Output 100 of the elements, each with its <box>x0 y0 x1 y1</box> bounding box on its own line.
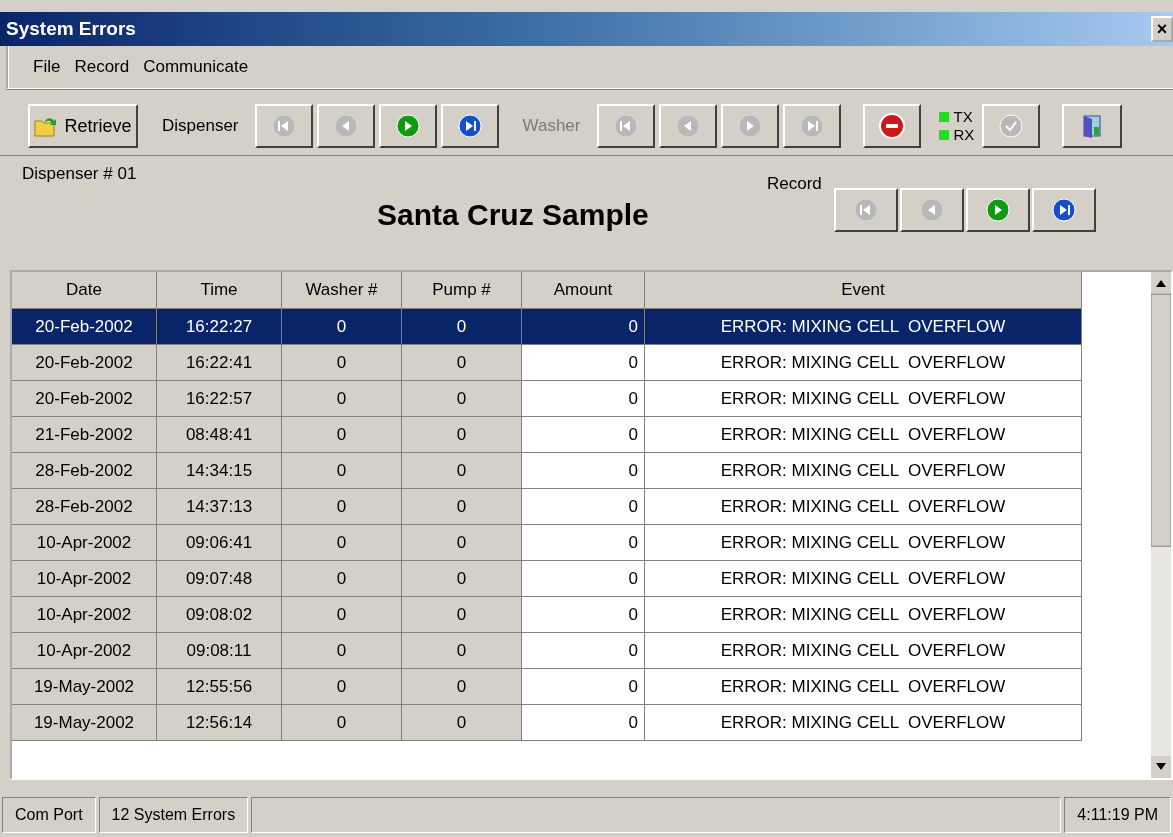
sample-title: Santa Cruz Sample <box>377 198 650 233</box>
table-cell: 0 <box>522 309 645 345</box>
table-row[interactable]: 28-Feb-2002 14:37:13 0 0 0 ERROR: MIXING CELL OVERFLOW <box>12 489 1151 525</box>
last-record-icon <box>1051 198 1076 222</box>
next-button[interactable] <box>965 188 1030 232</box>
indicator-label: RX <box>953 126 975 144</box>
record-label: Record <box>767 174 822 195</box>
table-cell: ERROR: MIXING CELL OVERFLOW <box>645 309 1082 345</box>
column-header[interactable]: Event <box>645 272 1082 309</box>
table-cell: 0 <box>282 417 402 453</box>
next-record-icon <box>737 114 762 138</box>
last-button[interactable] <box>1031 188 1096 232</box>
status-time: 4:11:19 PM <box>1064 797 1171 833</box>
table-cell: 0 <box>402 453 522 489</box>
table-cell: 0 <box>282 489 402 525</box>
group-label: Washer <box>522 116 581 136</box>
table-cell: 16:22:41 <box>157 345 282 381</box>
table-row[interactable]: 20-Feb-2002 16:22:41 0 0 0 ERROR: MIXING CELL OVERFLOW <box>12 345 1151 381</box>
table-cell: 12:55:56 <box>157 669 282 705</box>
table-cell: ERROR: MIXING CELL OVERFLOW <box>645 633 1082 669</box>
table-cell: 0 <box>282 561 402 597</box>
table-cell: 09:06:41 <box>157 525 282 561</box>
column-header[interactable]: Amount <box>522 272 645 309</box>
table-cell: 0 <box>522 417 645 453</box>
next-record-icon <box>985 198 1010 222</box>
table-row[interactable]: 20-Feb-2002 16:22:57 0 0 0 ERROR: MIXING CELL OVERFLOW <box>12 381 1151 417</box>
exit-button[interactable] <box>1062 104 1123 148</box>
last-record-icon <box>457 114 482 138</box>
table-cell: 0 <box>402 669 522 705</box>
menu-item[interactable]: Communicate <box>143 57 249 77</box>
table-row[interactable]: 10-Apr-2002 09:08:11 0 0 0 ERROR: MIXING CELL OVERFLOW <box>12 633 1151 669</box>
window-title: System Errors <box>6 18 136 40</box>
table-cell: 0 <box>522 561 645 597</box>
first-record-icon <box>271 114 296 138</box>
table-cell: 19-May-2002 <box>12 705 157 741</box>
door-icon <box>1081 113 1104 139</box>
close-button[interactable]: × <box>1151 16 1173 42</box>
table-cell: ERROR: MIXING CELL OVERFLOW <box>645 525 1082 561</box>
table-cell: 10-Apr-2002 <box>12 597 157 633</box>
table-cell: 12:56:14 <box>157 705 282 741</box>
table-cell: 0 <box>282 633 402 669</box>
table-cell: 0 <box>282 309 402 345</box>
column-header[interactable]: Washer # <box>282 272 402 309</box>
table-cell: 0 <box>282 525 402 561</box>
table-cell: ERROR: MIXING CELL OVERFLOW <box>645 489 1082 525</box>
next-button[interactable] <box>378 104 437 148</box>
table-cell: 20-Feb-2002 <box>12 381 157 417</box>
menu-item[interactable]: Record <box>74 57 130 77</box>
check-icon <box>999 114 1024 138</box>
table-cell: 0 <box>282 453 402 489</box>
status-port: Com Port <box>2 797 96 833</box>
table-cell: 09:07:48 <box>157 561 282 597</box>
table-cell: 08:48:41 <box>157 417 282 453</box>
table-cell: 20-Feb-2002 <box>12 309 157 345</box>
table-cell: 0 <box>402 705 522 741</box>
table-cell: 0 <box>522 669 645 705</box>
table-cell: ERROR: MIXING CELL OVERFLOW <box>645 597 1082 633</box>
table-cell: 0 <box>402 489 522 525</box>
next-record-icon <box>395 114 420 138</box>
table-row[interactable]: 20-Feb-2002 16:22:27 0 0 0 ERROR: MIXING CELL OVERFLOW <box>12 309 1151 345</box>
table-row[interactable]: 21-Feb-2002 08:48:41 0 0 0 ERROR: MIXING CELL OVERFLOW <box>12 417 1151 453</box>
table-row[interactable]: 28-Feb-2002 14:34:15 0 0 0 ERROR: MIXING CELL OVERFLOW <box>12 453 1151 489</box>
table-cell: 19-May-2002 <box>12 669 157 705</box>
column-header[interactable]: Time <box>157 272 282 309</box>
column-header[interactable]: Pump # <box>402 272 522 309</box>
prev-record-icon <box>919 198 944 222</box>
prev-record-icon <box>675 114 700 138</box>
last-button[interactable] <box>440 104 499 148</box>
dispenser-label: Dispenser # 01 <box>22 164 138 185</box>
stop-button[interactable] <box>862 104 921 148</box>
table-cell: 21-Feb-2002 <box>12 417 157 453</box>
table-cell: 10-Apr-2002 <box>12 633 157 669</box>
table-cell: 0 <box>402 633 522 669</box>
table-cell: ERROR: MIXING CELL OVERFLOW <box>645 705 1082 741</box>
first-record-icon <box>613 114 638 138</box>
table-cell: 0 <box>522 381 645 417</box>
indicator-label: TX <box>953 108 973 126</box>
table-row[interactable]: 10-Apr-2002 09:07:48 0 0 0 ERROR: MIXING CELL OVERFLOW <box>12 561 1151 597</box>
table-cell: 14:37:13 <box>157 489 282 525</box>
table-cell: 0 <box>522 345 645 381</box>
first-record-icon <box>853 198 878 222</box>
table-cell: 0 <box>522 633 645 669</box>
table-cell: 0 <box>282 381 402 417</box>
table-cell: 28-Feb-2002 <box>12 489 157 525</box>
column-header[interactable]: Date <box>12 272 157 309</box>
status-count: 12 System Errors <box>98 797 249 833</box>
table-cell: 16:22:27 <box>157 309 282 345</box>
scrollbar[interactable] <box>1151 272 1171 778</box>
menu-item[interactable]: File <box>33 57 61 77</box>
group-label: Dispenser <box>162 116 239 136</box>
table-cell: 0 <box>522 489 645 525</box>
table-cell: 0 <box>522 597 645 633</box>
table-cell: 0 <box>402 417 522 453</box>
table-row[interactable]: 19-May-2002 12:55:56 0 0 0 ERROR: MIXING CELL OVERFLOW <box>12 669 1151 705</box>
table-row[interactable]: 19-May-2002 12:56:14 0 0 0 ERROR: MIXING CELL OVERFLOW <box>12 705 1151 741</box>
table-row[interactable]: 10-Apr-2002 09:06:41 0 0 0 ERROR: MIXING CELL OVERFLOW <box>12 525 1151 561</box>
retrieve-button[interactable]: Retrieve <box>28 104 138 148</box>
table-cell: ERROR: MIXING CELL OVERFLOW <box>645 669 1082 705</box>
last-record-icon <box>799 114 824 138</box>
table-row[interactable]: 10-Apr-2002 09:08:02 0 0 0 ERROR: MIXING CELL OVERFLOW <box>12 597 1151 633</box>
